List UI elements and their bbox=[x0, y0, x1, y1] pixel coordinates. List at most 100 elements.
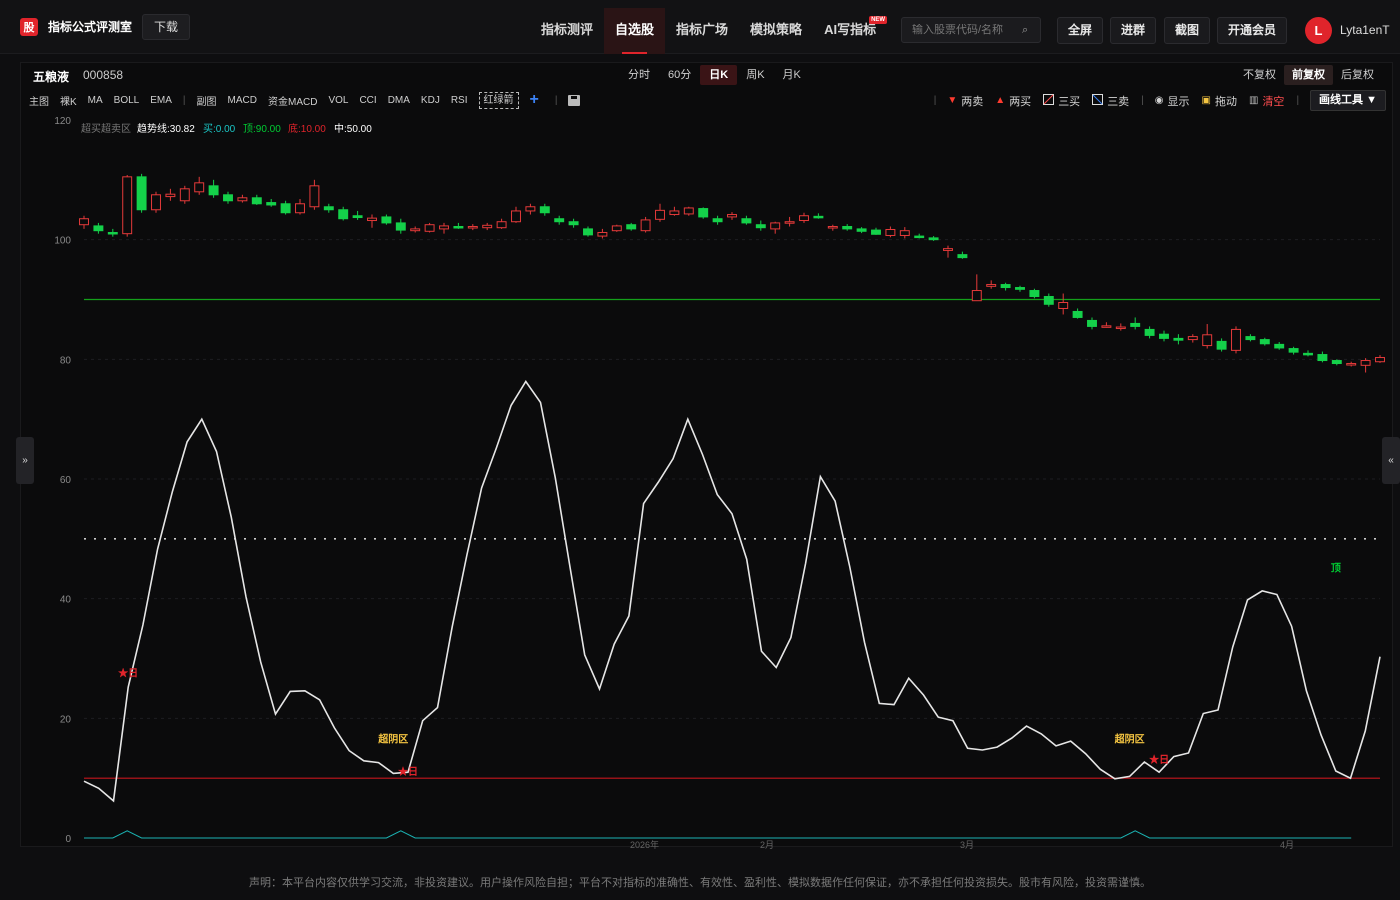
candle-body bbox=[1331, 360, 1342, 365]
candle-body bbox=[338, 209, 349, 220]
signal-marker: 顶 bbox=[1331, 563, 1341, 575]
candle-body bbox=[251, 197, 262, 205]
candle-body bbox=[1015, 287, 1025, 290]
legend-trend: 趋势线:30.82 bbox=[137, 122, 195, 135]
candle-body bbox=[1187, 336, 1198, 341]
candle-body bbox=[1231, 328, 1241, 351]
candle-body bbox=[583, 228, 593, 236]
candle-body bbox=[799, 215, 809, 222]
candle-body bbox=[309, 185, 320, 208]
candle-body bbox=[1058, 301, 1069, 309]
candle-body bbox=[986, 284, 997, 287]
candle-body bbox=[237, 197, 248, 202]
candle-body bbox=[482, 224, 493, 229]
candle-body bbox=[496, 221, 507, 229]
legend-name: 超买超卖区 bbox=[81, 122, 131, 135]
candle-body bbox=[467, 226, 478, 229]
candle-body bbox=[1216, 340, 1227, 350]
candle-body bbox=[93, 225, 104, 232]
x-tick-label: 4月 bbox=[1280, 840, 1294, 850]
signal-marker: ★日 bbox=[398, 766, 418, 778]
legend-top: 顶:90.00 bbox=[243, 123, 281, 135]
candle-body bbox=[885, 228, 896, 236]
kline-chart[interactable]: 超买超卖区 趋势线:30.82 买:0.00 顶:90.00 底:10.00 中… bbox=[0, 0, 1400, 900]
candle-body bbox=[1303, 352, 1313, 356]
candle-body bbox=[1115, 326, 1126, 330]
candle-body bbox=[539, 206, 550, 214]
candle-body bbox=[683, 207, 694, 215]
candle-body bbox=[856, 228, 867, 232]
legend-bottom: 底:10.00 bbox=[288, 122, 326, 135]
candle-body bbox=[770, 222, 781, 230]
candle-body bbox=[107, 231, 118, 235]
candle-body bbox=[194, 182, 205, 193]
expand-left-icon[interactable]: » bbox=[16, 437, 34, 484]
candle-body bbox=[1259, 339, 1270, 345]
signal-marker: ★日 bbox=[1149, 754, 1169, 766]
candle-body bbox=[597, 231, 608, 237]
candle-body bbox=[1072, 310, 1083, 318]
candle-body bbox=[554, 218, 565, 223]
candle-body bbox=[136, 176, 147, 211]
candle-body bbox=[223, 194, 233, 202]
candle-body bbox=[626, 224, 637, 230]
candle-body bbox=[943, 248, 953, 251]
candle-body bbox=[208, 185, 219, 196]
candle-body bbox=[280, 203, 291, 214]
candle-body bbox=[1101, 325, 1112, 328]
candle-body bbox=[1144, 328, 1155, 336]
indicator-legend: 超买超卖区 趋势线:30.82 买:0.00 顶:90.00 底:10.00 中… bbox=[81, 122, 372, 135]
candle-body bbox=[698, 208, 709, 218]
candle-body bbox=[1000, 284, 1011, 289]
candle-body bbox=[352, 215, 363, 219]
legend-buy: 买:0.00 bbox=[203, 123, 236, 135]
disclaimer: 声明：本平台内容仅供学习交流，非投资建议。用户操作风险自担；平台不对指标的准确性… bbox=[249, 877, 1151, 889]
buy-signal-line bbox=[84, 830, 1352, 839]
candle-body bbox=[1159, 333, 1169, 339]
y-tick-label: 40 bbox=[60, 595, 72, 606]
x-tick-label: 3月 bbox=[960, 840, 974, 850]
candle-body bbox=[727, 214, 737, 218]
candle-body bbox=[640, 219, 651, 232]
candle-body bbox=[525, 206, 536, 212]
x-tick-label: 2026年 bbox=[630, 839, 659, 850]
y-tick-label: 0 bbox=[65, 834, 71, 845]
signal-marker: 超阴区 bbox=[1114, 732, 1145, 745]
candle-body bbox=[568, 221, 579, 226]
candle-body bbox=[741, 218, 752, 224]
candle-body bbox=[165, 193, 176, 198]
candle-body bbox=[971, 290, 982, 302]
candle-body bbox=[669, 210, 680, 216]
candle-body bbox=[1173, 337, 1184, 341]
candle-body bbox=[957, 254, 968, 259]
y-tick-label: 20 bbox=[60, 714, 72, 725]
candle-body bbox=[424, 224, 435, 232]
candle-body bbox=[1317, 354, 1328, 362]
candle-body bbox=[266, 202, 277, 206]
candle-body bbox=[1274, 343, 1285, 349]
candle-body bbox=[1029, 290, 1040, 298]
expand-right-icon[interactable]: « bbox=[1382, 437, 1400, 484]
candle-body bbox=[1043, 296, 1054, 305]
candle-body bbox=[1346, 363, 1357, 366]
candle-body bbox=[453, 226, 464, 229]
candle-body bbox=[179, 188, 190, 202]
candle-body bbox=[914, 235, 925, 239]
candle-body bbox=[381, 216, 392, 224]
signal-marker: 超阴区 bbox=[377, 732, 408, 745]
candle-body bbox=[899, 230, 910, 236]
candle-body bbox=[367, 217, 377, 222]
candle-body bbox=[755, 224, 766, 229]
candle-body bbox=[611, 225, 622, 232]
signal-marker: ★日 bbox=[118, 667, 138, 679]
candle-body bbox=[827, 226, 838, 229]
candle-body bbox=[79, 218, 89, 226]
trend-line bbox=[83, 380, 1381, 803]
candle-body bbox=[871, 229, 881, 235]
candle-body bbox=[1375, 357, 1385, 363]
candle-body bbox=[1288, 348, 1299, 353]
y-tick-label: 100 bbox=[54, 236, 71, 247]
candle-body bbox=[813, 215, 824, 219]
y-tick-label: 60 bbox=[60, 475, 72, 486]
candle-body bbox=[295, 203, 305, 214]
